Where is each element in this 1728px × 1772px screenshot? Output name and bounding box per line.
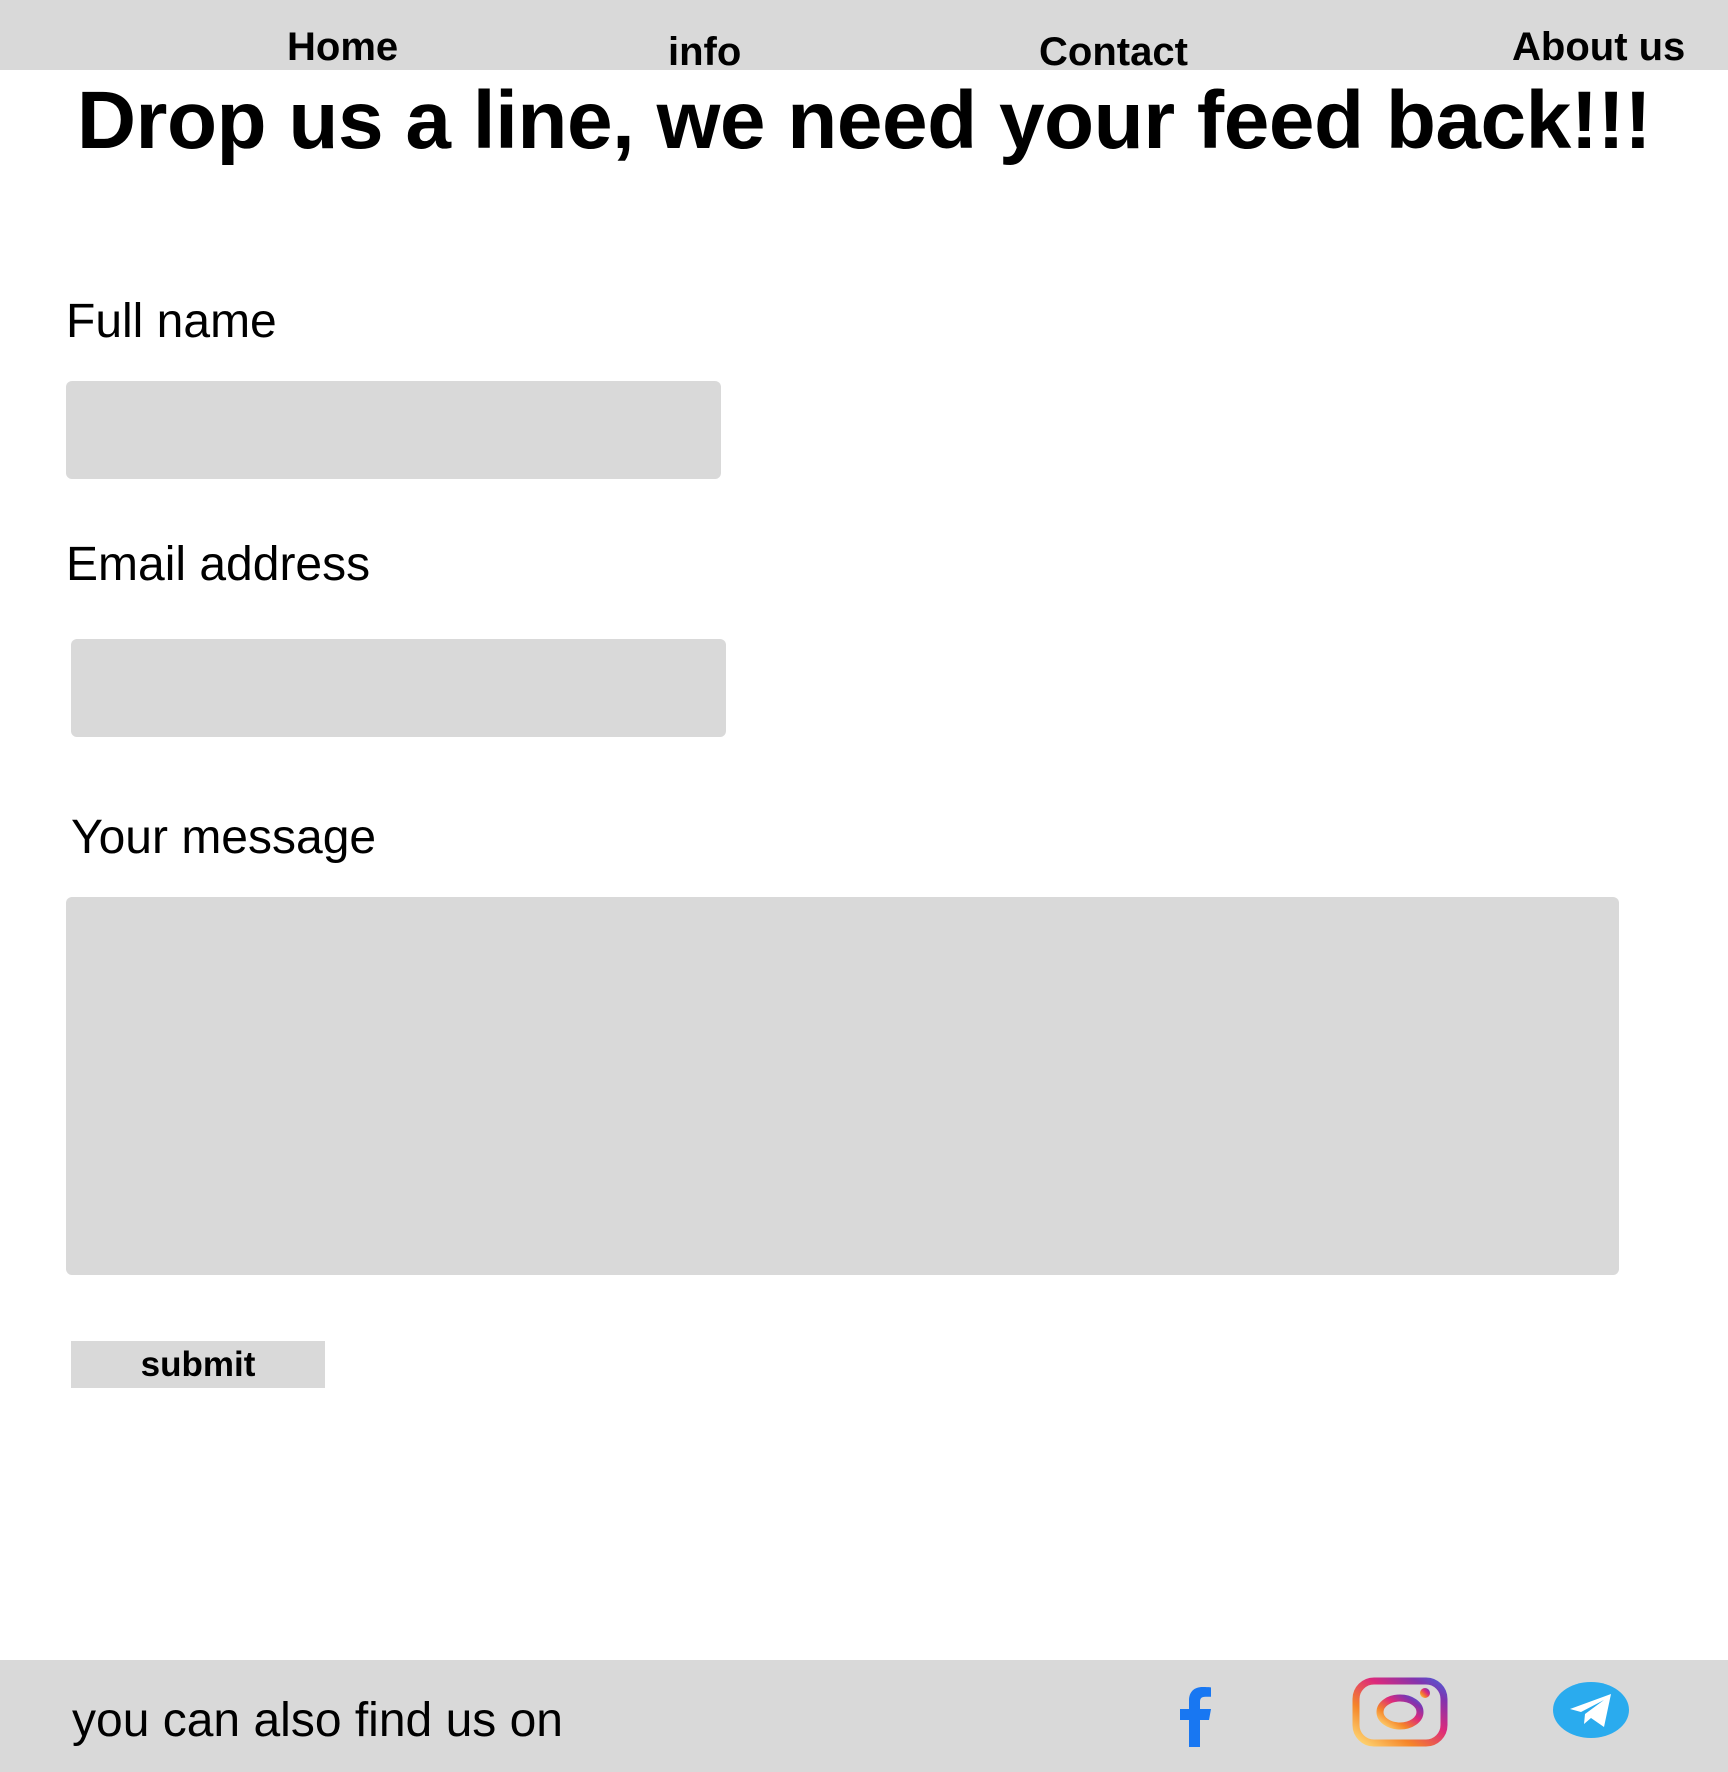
full-name-label: Full name (66, 295, 277, 348)
footer-text: you can also find us on (72, 1694, 563, 1747)
instagram-icon (1352, 1677, 1448, 1747)
page-title: Drop us a line, we need your feed back!!… (76, 75, 1652, 166)
telegram-link[interactable] (1553, 1682, 1629, 1738)
footer: you can also find us on (0, 1660, 1728, 1772)
email-label: Email address (66, 538, 371, 591)
nav-link-contact[interactable]: Contact (1039, 32, 1188, 72)
nav-link-home[interactable]: Home (287, 27, 398, 67)
instagram-link[interactable] (1352, 1677, 1448, 1747)
full-name-input[interactable] (66, 381, 721, 479)
facebook-icon (1180, 1687, 1211, 1747)
nav-link-about-us[interactable]: About us (1512, 27, 1685, 67)
nav-link-info[interactable]: info (668, 32, 741, 72)
message-label: Your message (71, 811, 377, 864)
facebook-link[interactable] (1168, 1685, 1218, 1747)
submit-button[interactable]: submit (71, 1341, 325, 1388)
top-navbar: Home info Contact About us (0, 0, 1728, 72)
email-input[interactable] (71, 639, 726, 737)
telegram-icon (1553, 1682, 1629, 1738)
message-textarea[interactable] (66, 897, 1619, 1275)
